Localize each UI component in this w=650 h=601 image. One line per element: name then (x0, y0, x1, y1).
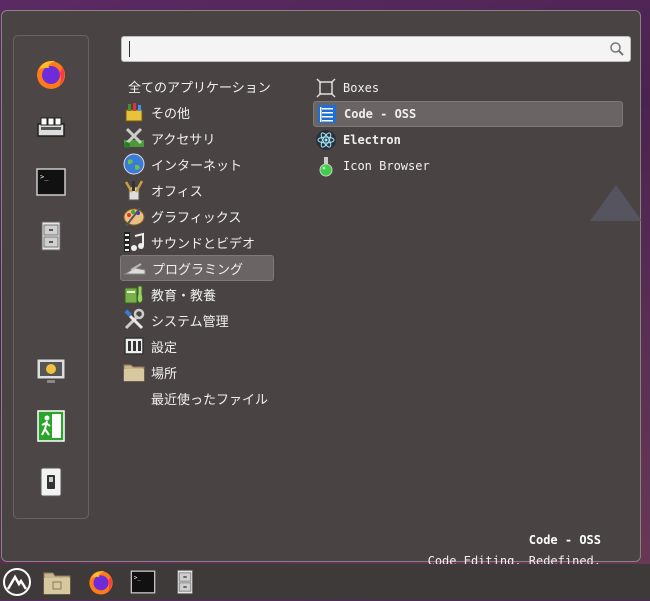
app-code-oss[interactable]: Code - OSS (313, 101, 623, 127)
menu-logo-icon (3, 568, 31, 596)
other-category-icon (125, 103, 143, 122)
favorite-file-manager[interactable] (33, 218, 69, 254)
logout-icon (37, 410, 65, 442)
search-field[interactable] (121, 36, 631, 62)
office-icon (124, 180, 144, 201)
category-label: プログラミング (152, 262, 244, 278)
file-cabinet-icon (177, 569, 193, 595)
globe-icon (123, 153, 145, 175)
shutdown-icon (40, 467, 62, 497)
search-input[interactable] (132, 39, 606, 61)
category-label: 最近使ったファイル (151, 392, 269, 408)
boxes-icon (316, 78, 336, 98)
category-office[interactable]: オフィス (120, 177, 274, 203)
favorite-shutdown[interactable] (33, 464, 69, 500)
application-menu: >_ 全てのアプリケーション その他 アクセサリ インターネット オフィス グラ… (1, 10, 641, 568)
folder-icon (43, 572, 71, 595)
category-label: その他 (151, 106, 191, 122)
text-cursor (129, 41, 130, 57)
file-manager-icon (41, 221, 61, 251)
svg-text:>_: >_ (134, 576, 142, 582)
app-icon-browser[interactable]: Icon Browser (313, 153, 623, 179)
category-settings[interactable]: 設定 (120, 333, 274, 359)
taskbar-terminal[interactable]: >_ (128, 567, 158, 597)
app-electron[interactable]: Electron (313, 127, 623, 153)
electron-icon (316, 130, 336, 150)
terminal-icon: >_ (130, 570, 156, 594)
app-boxes[interactable]: Boxes (313, 75, 623, 101)
category-education[interactable]: 教育・教養 (120, 281, 274, 307)
category-label: アクセサリ (151, 132, 216, 148)
search-icon (610, 42, 624, 56)
accessories-icon (124, 127, 144, 148)
taskbar-firefox[interactable] (86, 567, 116, 597)
taskbar-file-manager[interactable] (42, 567, 72, 597)
taskbar-file-cabinet[interactable] (170, 567, 200, 597)
wallpaper-triangle (590, 185, 642, 221)
code-oss-icon (318, 105, 336, 123)
category-places[interactable]: 場所 (120, 359, 274, 385)
screen-lock-icon (36, 358, 66, 383)
terminal-icon: >_ (36, 168, 66, 196)
taskbar: >_ (0, 564, 650, 600)
svg-text:>_: >_ (40, 173, 49, 181)
selected-app-name: Code - OSS (528, 533, 601, 547)
category-other[interactable]: その他 (120, 99, 274, 125)
category-label: 設定 (151, 340, 178, 356)
programming-icon (123, 263, 146, 275)
category-label: グラフィックス (151, 210, 242, 226)
category-graphics[interactable]: グラフィックス (120, 203, 274, 229)
category-all-applications[interactable]: 全てのアプリケーション (120, 73, 274, 99)
app-label: Code - OSS (344, 107, 417, 121)
app-label: Boxes (343, 81, 380, 95)
folder-icon (123, 364, 145, 382)
category-label: システム管理 (151, 314, 229, 330)
favorites-bar: >_ (13, 35, 89, 519)
app-label: Icon Browser (343, 159, 430, 173)
category-label: オフィス (151, 184, 203, 200)
favorite-software-manager[interactable] (33, 110, 69, 146)
flask-icon (319, 157, 333, 177)
software-manager-icon (37, 117, 65, 137)
category-label: 教育・教養 (151, 288, 217, 304)
settings-icon (124, 337, 144, 355)
menu-button[interactable] (2, 567, 32, 597)
education-icon (124, 285, 144, 304)
app-label: Electron (343, 133, 401, 147)
firefox-icon (89, 571, 113, 595)
category-accessories[interactable]: アクセサリ (120, 125, 274, 151)
film-music-icon (124, 232, 144, 252)
category-programming[interactable]: プログラミング (120, 255, 274, 281)
category-label: 全てのアプリケーション (128, 80, 271, 96)
tools-icon (124, 308, 145, 330)
category-label: サウンドとビデオ (151, 236, 256, 252)
category-system-admin[interactable]: システム管理 (120, 307, 274, 333)
favorite-terminal[interactable]: >_ (33, 164, 69, 200)
category-label: 場所 (151, 366, 178, 382)
category-label: インターネット (151, 158, 243, 174)
favorite-firefox[interactable] (33, 56, 69, 92)
favorite-lock-screen[interactable] (33, 353, 69, 389)
firefox-icon (37, 60, 65, 89)
palette-icon (123, 207, 145, 227)
favorite-logout[interactable] (33, 408, 69, 444)
category-recent-files[interactable]: 最近使ったファイル (120, 385, 274, 411)
category-internet[interactable]: インターネット (120, 151, 274, 177)
category-sound-video[interactable]: サウンドとビデオ (120, 229, 274, 255)
